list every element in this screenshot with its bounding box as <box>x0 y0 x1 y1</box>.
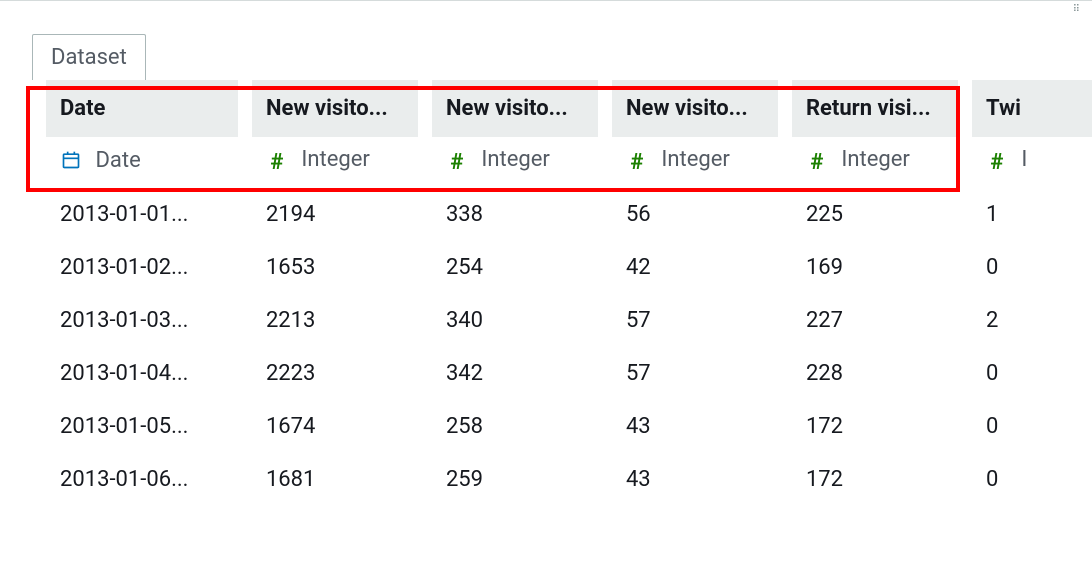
cell-date[interactable]: 2013-01-05... <box>46 400 238 453</box>
drag-handle-icon[interactable]: ⠿ <box>1073 4 1082 15</box>
cell-value[interactable]: 1 <box>972 188 1092 241</box>
cell-value[interactable]: 342 <box>432 347 598 400</box>
type-label: Integer <box>661 147 729 172</box>
hash-icon: # <box>806 152 828 174</box>
cell-value[interactable]: 169 <box>792 241 958 294</box>
cell-value[interactable]: 2 <box>972 294 1092 347</box>
type-label: Integer <box>841 147 909 172</box>
cell-value[interactable]: 0 <box>972 241 1092 294</box>
column-header-return-visitors[interactable]: Return visi... <box>792 80 958 137</box>
type-cell-integer[interactable]: # Integer <box>432 137 598 188</box>
cell-value[interactable]: 0 <box>972 400 1092 453</box>
table-row: 2013-01-02... 1653 254 42 169 0 <box>46 241 1092 294</box>
dataset-panel: Dataset Date New visito... New visito...… <box>0 0 1092 588</box>
cell-date[interactable]: 2013-01-02... <box>46 241 238 294</box>
cell-value[interactable]: 57 <box>612 294 778 347</box>
tab-bar: Dataset <box>0 0 1092 80</box>
cell-value[interactable]: 259 <box>432 453 598 506</box>
column-header-label: Twi <box>986 96 1021 121</box>
column-header-label: Date <box>60 96 105 121</box>
type-cell-integer[interactable]: # I <box>972 137 1092 188</box>
data-table: Date New visito... New visito... New vis… <box>32 80 1092 506</box>
type-label: Date <box>95 148 140 173</box>
cell-value[interactable]: 2223 <box>252 347 418 400</box>
type-label: Integer <box>481 147 549 172</box>
cell-value[interactable]: 340 <box>432 294 598 347</box>
type-label: I <box>1021 147 1027 172</box>
cell-value[interactable]: 2213 <box>252 294 418 347</box>
cell-value[interactable]: 172 <box>792 400 958 453</box>
table-row: 2013-01-03... 2213 340 57 227 2 <box>46 294 1092 347</box>
type-cell-date[interactable]: Date <box>46 137 238 188</box>
type-cell-integer[interactable]: # Integer <box>252 137 418 188</box>
column-header-label: New visito... <box>266 96 388 121</box>
cell-date[interactable]: 2013-01-03... <box>46 294 238 347</box>
cell-value[interactable]: 56 <box>612 188 778 241</box>
type-cell-integer[interactable]: # Integer <box>612 137 778 188</box>
cell-value[interactable]: 57 <box>612 347 778 400</box>
cell-value[interactable]: 42 <box>612 241 778 294</box>
cell-date[interactable]: 2013-01-06... <box>46 453 238 506</box>
cell-value[interactable]: 43 <box>612 453 778 506</box>
hash-icon: # <box>986 152 1008 174</box>
column-header-date[interactable]: Date <box>46 80 238 137</box>
table-row: 2013-01-01... 2194 338 56 225 1 <box>46 188 1092 241</box>
column-header-new-visitors-2[interactable]: New visito... <box>432 80 598 137</box>
cell-value[interactable]: 1653 <box>252 241 418 294</box>
data-table-wrapper: Date New visito... New visito... New vis… <box>0 80 1092 506</box>
column-header-label: New visito... <box>626 96 748 121</box>
calendar-icon <box>60 149 82 171</box>
cell-value[interactable]: 172 <box>792 453 958 506</box>
cell-value[interactable]: 258 <box>432 400 598 453</box>
cell-value[interactable]: 1674 <box>252 400 418 453</box>
table-row: 2013-01-04... 2223 342 57 228 0 <box>46 347 1092 400</box>
cell-value[interactable]: 1681 <box>252 453 418 506</box>
cell-date[interactable]: 2013-01-04... <box>46 347 238 400</box>
column-header-new-visitors-1[interactable]: New visito... <box>252 80 418 137</box>
cell-value[interactable]: 225 <box>792 188 958 241</box>
hash-icon: # <box>446 152 468 174</box>
column-header-new-visitors-3[interactable]: New visito... <box>612 80 778 137</box>
column-header-label: New visito... <box>446 96 568 121</box>
hash-icon: # <box>626 152 648 174</box>
table-row: 2013-01-05... 1674 258 43 172 0 <box>46 400 1092 453</box>
top-divider <box>0 0 1092 1</box>
cell-value[interactable]: 227 <box>792 294 958 347</box>
cell-date[interactable]: 2013-01-01... <box>46 188 238 241</box>
type-row: Date # Integer # Integer # Integer <box>46 137 1092 188</box>
cell-value[interactable]: 338 <box>432 188 598 241</box>
type-label: Integer <box>301 147 369 172</box>
table-row: 2013-01-06... 1681 259 43 172 0 <box>46 453 1092 506</box>
column-header-twitter[interactable]: Twi <box>972 80 1092 137</box>
type-cell-integer[interactable]: # Integer <box>792 137 958 188</box>
cell-value[interactable]: 254 <box>432 241 598 294</box>
column-header-label: Return visi... <box>806 96 931 121</box>
tab-label: Dataset <box>51 45 127 70</box>
header-row: Date New visito... New visito... New vis… <box>46 80 1092 137</box>
cell-value[interactable]: 2194 <box>252 188 418 241</box>
cell-value[interactable]: 0 <box>972 347 1092 400</box>
hash-icon: # <box>266 152 288 174</box>
cell-value[interactable]: 43 <box>612 400 778 453</box>
cell-value[interactable]: 228 <box>792 347 958 400</box>
tab-dataset[interactable]: Dataset <box>32 34 146 80</box>
cell-value[interactable]: 0 <box>972 453 1092 506</box>
